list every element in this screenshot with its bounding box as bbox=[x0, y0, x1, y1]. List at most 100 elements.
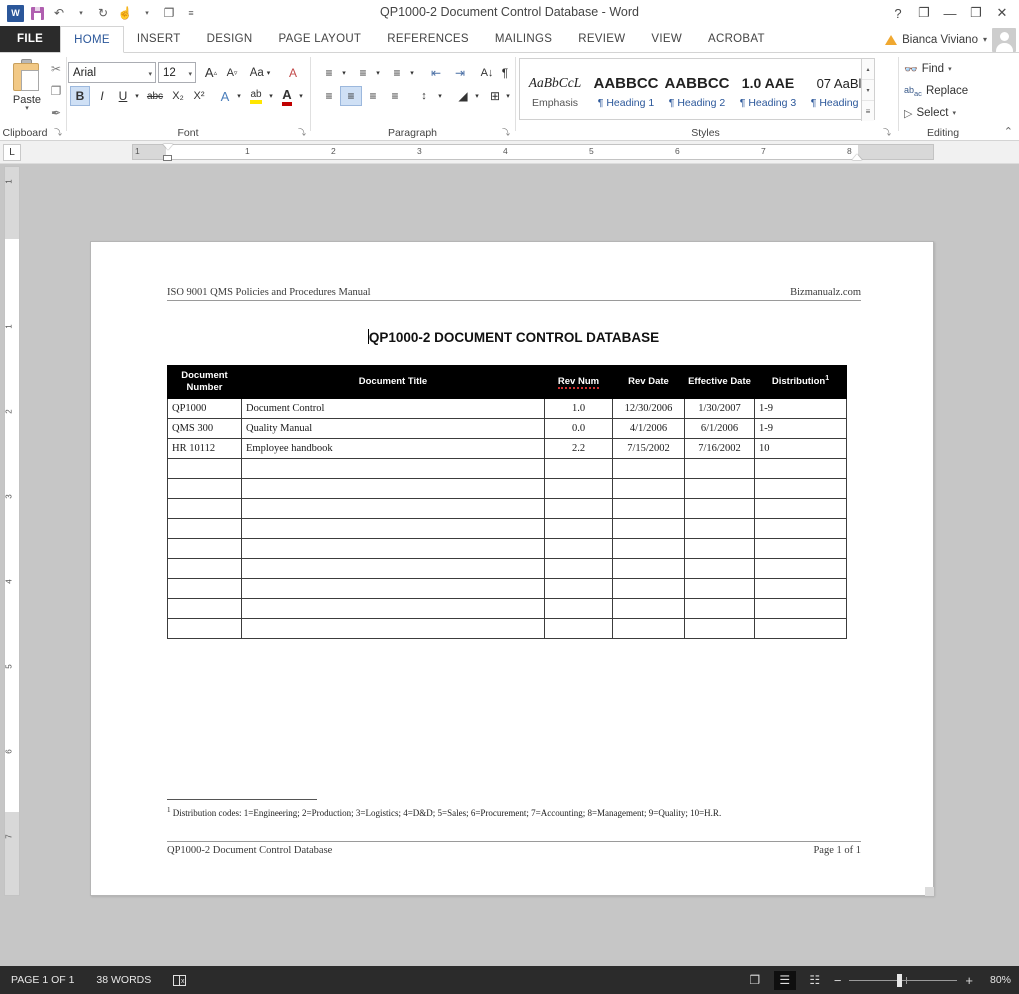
underline-caret-icon[interactable]: ▾ bbox=[131, 86, 143, 106]
cell-effective-date[interactable]: 1/30/2007 bbox=[684, 397, 755, 419]
cell-rev-date[interactable] bbox=[612, 597, 685, 619]
cell-document-title[interactable] bbox=[241, 557, 545, 579]
table-row[interactable] bbox=[167, 537, 847, 559]
bold-button[interactable]: B bbox=[70, 86, 90, 106]
cell-rev-date[interactable] bbox=[612, 477, 685, 499]
cell-rev-date[interactable] bbox=[612, 557, 685, 579]
paragraph-dialog-launcher[interactable]: ⤵ bbox=[502, 127, 510, 138]
line-spacing-caret-icon[interactable]: ▾ bbox=[434, 86, 446, 106]
table-row[interactable] bbox=[167, 617, 847, 639]
cell-document-title[interactable] bbox=[241, 477, 545, 499]
cell-rev-num[interactable]: 2.2 bbox=[544, 437, 613, 459]
align-center-button[interactable]: ≡ bbox=[340, 86, 362, 106]
cell-rev-date[interactable] bbox=[612, 537, 685, 559]
cell-effective-date[interactable] bbox=[684, 517, 755, 539]
table-row[interactable]: QP1000 Document Control 1.0 12/30/2006 1… bbox=[167, 397, 847, 419]
sort-icon[interactable]: A↓ bbox=[476, 62, 498, 83]
cell-effective-date[interactable] bbox=[684, 617, 755, 639]
cell-document-number[interactable] bbox=[167, 517, 242, 539]
font-name-caret-icon[interactable]: ▾ bbox=[148, 70, 152, 78]
select-button[interactable]: ▷ Select ▾ bbox=[904, 103, 956, 123]
close-button[interactable]: ✕ bbox=[989, 0, 1015, 26]
zoom-in-button[interactable]: + bbox=[965, 973, 973, 988]
cell-distribution[interactable] bbox=[754, 457, 847, 479]
font-color-icon[interactable]: A bbox=[277, 86, 297, 106]
styles-scroll-down-button[interactable]: ▾ bbox=[862, 80, 874, 101]
strikethrough-button[interactable]: abc bbox=[143, 86, 167, 106]
customize-qat-icon[interactable]: ≡ bbox=[181, 3, 201, 23]
cell-document-title[interactable] bbox=[241, 497, 545, 519]
col-rev-num[interactable]: Rev Num bbox=[544, 365, 613, 399]
right-indent-marker[interactable] bbox=[852, 154, 862, 160]
table-row[interactable] bbox=[167, 577, 847, 599]
cell-rev-num[interactable]: 1.0 bbox=[544, 397, 613, 419]
cell-document-title[interactable] bbox=[241, 457, 545, 479]
zoom-slider[interactable] bbox=[849, 973, 958, 987]
highlight-color-icon[interactable]: ab bbox=[245, 86, 267, 106]
align-left-button[interactable]: ≡ bbox=[318, 86, 340, 106]
touch-mode-icon[interactable]: ☝ bbox=[115, 3, 135, 23]
cell-distribution[interactable]: 10 bbox=[754, 437, 847, 459]
borders-caret-icon[interactable]: ▾ bbox=[502, 86, 514, 106]
bullets-caret-icon[interactable]: ▾ bbox=[338, 62, 350, 83]
word-count[interactable]: 38 WORDS bbox=[85, 974, 162, 986]
horizontal-ruler[interactable]: L 1 1 2 3 4 5 6 7 8 bbox=[0, 141, 1019, 164]
restore-button[interactable]: ❐ bbox=[963, 0, 989, 26]
tab-view[interactable]: VIEW bbox=[638, 26, 695, 52]
cell-distribution[interactable] bbox=[754, 557, 847, 579]
styles-more-button[interactable]: ≡ bbox=[862, 101, 874, 121]
underline-button[interactable]: U bbox=[113, 86, 133, 106]
style-heading-1[interactable]: AABBCC ¶ Heading 1 bbox=[591, 59, 662, 119]
zoom-out-button[interactable]: − bbox=[834, 973, 842, 988]
font-size-input[interactable]: 12 ▾ bbox=[158, 62, 196, 83]
tab-page-layout[interactable]: PAGE LAYOUT bbox=[266, 26, 375, 52]
cell-effective-date[interactable] bbox=[684, 537, 755, 559]
font-color-caret-icon[interactable]: ▾ bbox=[295, 86, 307, 106]
cell-distribution[interactable] bbox=[754, 497, 847, 519]
cell-document-title[interactable]: Document Control bbox=[241, 397, 545, 419]
redo-icon[interactable]: ↻ bbox=[93, 3, 113, 23]
line-spacing-icon[interactable]: ↕ bbox=[412, 86, 436, 106]
style-heading-3[interactable]: 1.0 AAE ¶ Heading 3 bbox=[733, 59, 804, 119]
undo-icon[interactable]: ↶ bbox=[49, 3, 69, 23]
tab-selector-button[interactable]: L bbox=[3, 144, 21, 161]
document-page[interactable]: ISO 9001 QMS Policies and Procedures Man… bbox=[90, 241, 934, 896]
zoom-slider-thumb[interactable] bbox=[897, 973, 903, 987]
multilevel-list-icon[interactable]: ≡ bbox=[386, 62, 408, 83]
tab-home[interactable]: HOME bbox=[60, 26, 124, 53]
cell-effective-date[interactable] bbox=[684, 557, 755, 579]
cell-effective-date[interactable]: 6/1/2006 bbox=[684, 417, 755, 439]
page-info[interactable]: PAGE 1 OF 1 bbox=[0, 974, 85, 986]
tab-review[interactable]: REVIEW bbox=[565, 26, 638, 52]
cell-effective-date[interactable] bbox=[684, 577, 755, 599]
tab-references[interactable]: REFERENCES bbox=[374, 26, 482, 52]
tab-design[interactable]: DESIGN bbox=[194, 26, 266, 52]
user-name-label[interactable]: Bianca Viviano bbox=[902, 34, 978, 46]
cell-document-title[interactable]: Quality Manual bbox=[241, 417, 545, 439]
style-heading-2[interactable]: AABBCC ¶ Heading 2 bbox=[662, 59, 733, 119]
ribbon-display-options-button[interactable]: ❐ bbox=[911, 0, 937, 26]
cell-rev-date[interactable]: 7/15/2002 bbox=[612, 437, 685, 459]
styles-gallery[interactable]: AaBbCcL Emphasis AABBCC ¶ Heading 1 AABB… bbox=[519, 58, 875, 121]
col-rev-date[interactable]: Rev Date bbox=[612, 365, 685, 399]
cell-document-title[interactable] bbox=[241, 597, 545, 619]
tab-mailings[interactable]: MAILINGS bbox=[482, 26, 565, 52]
superscript-button[interactable]: X² bbox=[188, 86, 210, 106]
cell-effective-date[interactable] bbox=[684, 477, 755, 499]
grow-font-icon[interactable]: A ▵ bbox=[200, 62, 222, 83]
cell-rev-num[interactable] bbox=[544, 517, 613, 539]
table-row[interactable] bbox=[167, 517, 847, 539]
proofing-errors-icon[interactable]: x bbox=[162, 974, 198, 987]
document-canvas[interactable]: ISO 9001 QMS Policies and Procedures Man… bbox=[22, 165, 1012, 965]
table-row[interactable] bbox=[167, 457, 847, 479]
copy-icon[interactable]: ❐ bbox=[159, 3, 179, 23]
undo-caret-icon[interactable]: ▾ bbox=[71, 3, 91, 23]
cell-rev-date[interactable]: 4/1/2006 bbox=[612, 417, 685, 439]
multilevel-caret-icon[interactable]: ▾ bbox=[406, 62, 418, 83]
cell-document-title[interactable] bbox=[241, 577, 545, 599]
table-row[interactable] bbox=[167, 597, 847, 619]
col-distribution[interactable]: Distribution1 bbox=[754, 365, 847, 399]
cell-rev-num[interactable] bbox=[544, 597, 613, 619]
shrink-font-icon[interactable]: A ▿ bbox=[221, 62, 243, 83]
table-row[interactable] bbox=[167, 497, 847, 519]
